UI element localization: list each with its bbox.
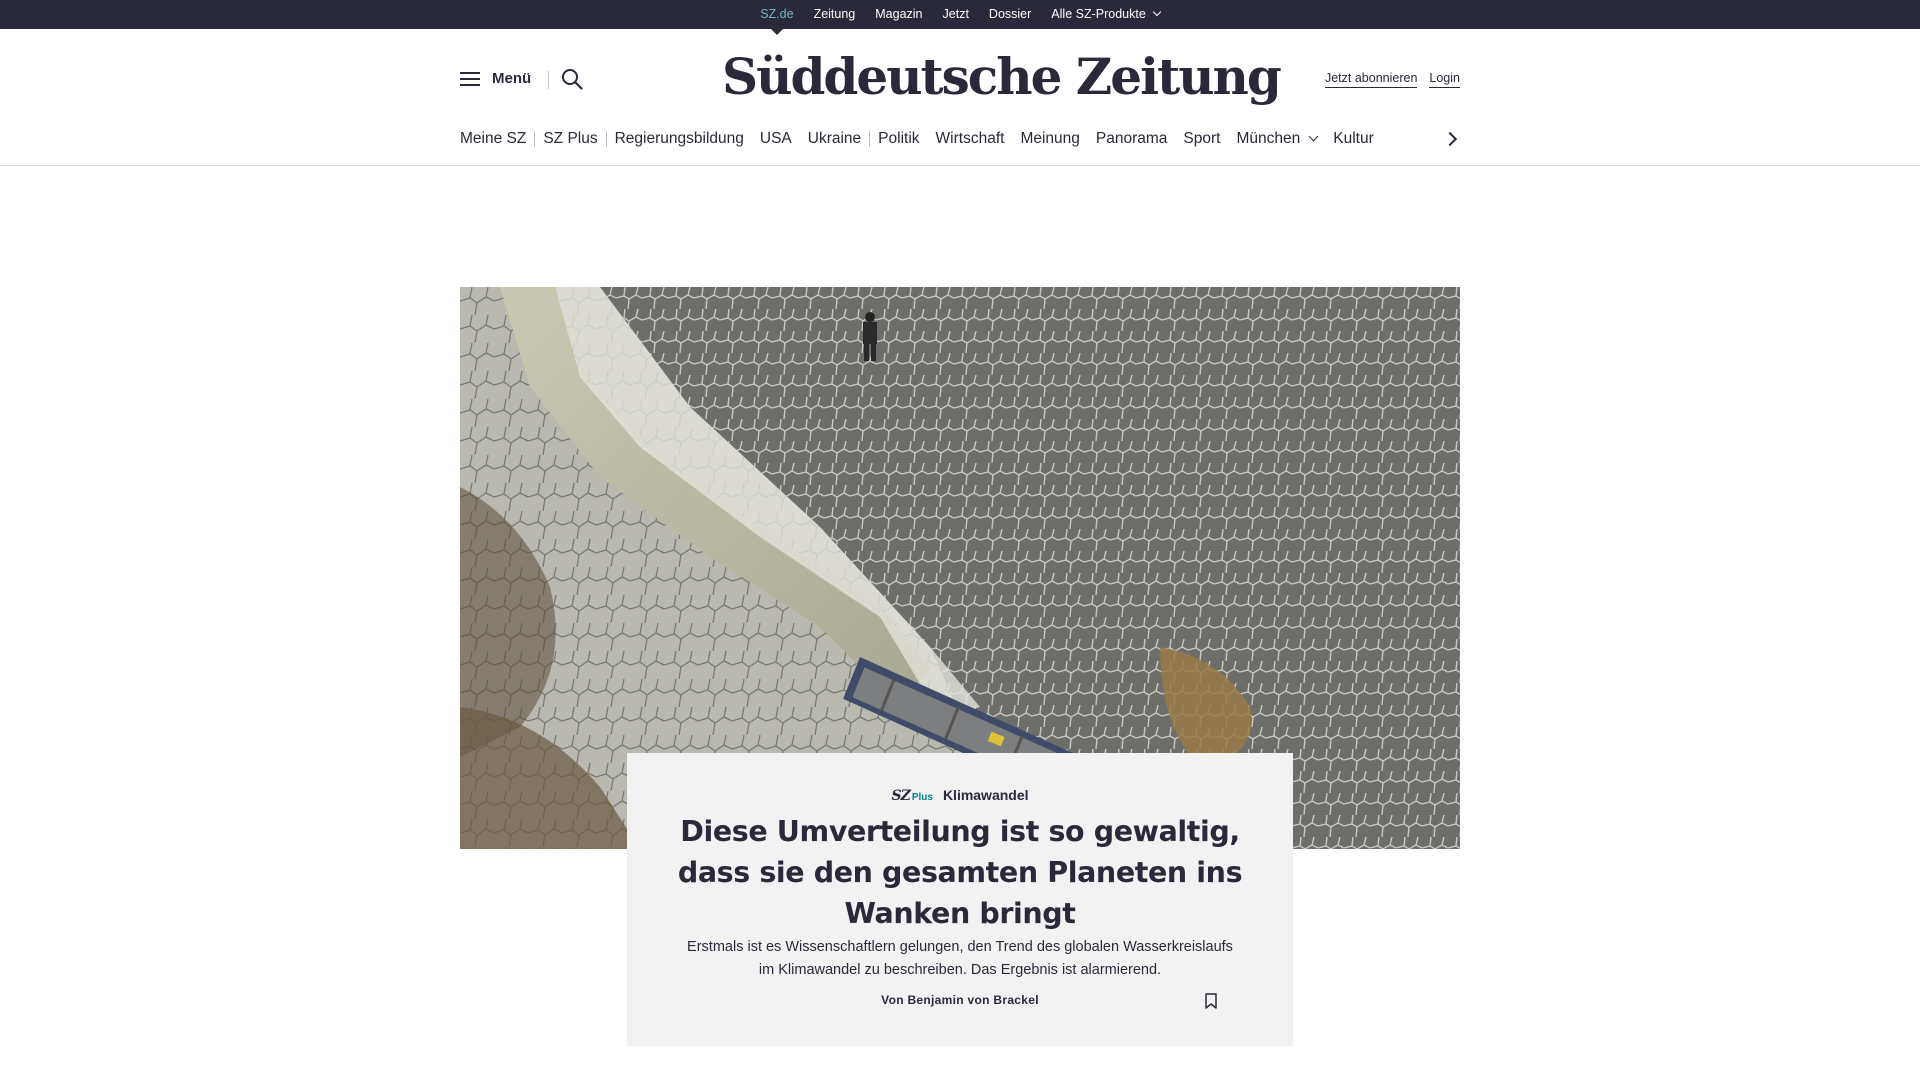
site-header: Menü Süddeutsche Zeitung Jetzt abonniere… bbox=[460, 29, 1460, 137]
teaser-topic: Klimawandel bbox=[942, 787, 1029, 803]
search-icon bbox=[562, 69, 583, 90]
section-link-sport[interactable]: Sport bbox=[1183, 130, 1236, 148]
product-link-jetzt[interactable]: Jetzt bbox=[933, 0, 979, 29]
product-link-magazin[interactable]: Magazin bbox=[865, 0, 932, 29]
hamburger-icon bbox=[460, 71, 480, 86]
menu-button[interactable]: Menü bbox=[460, 70, 531, 87]
section-link-meinung[interactable]: Meinung bbox=[1020, 130, 1095, 148]
all-products-label: Alle SZ-Produkte bbox=[1051, 7, 1146, 21]
nav-divider bbox=[0, 165, 1920, 166]
product-nav: SZ.de Zeitung Magazin Jetzt Dossier Alle… bbox=[0, 0, 1920, 35]
sz-plus-badge-sz: SZ bbox=[891, 788, 910, 804]
section-nav: Meine SZ SZ Plus Regierungsbildung USA U… bbox=[460, 126, 1460, 152]
product-link-dossier[interactable]: Dossier bbox=[979, 0, 1041, 29]
product-link-zeitung[interactable]: Zeitung bbox=[804, 0, 866, 29]
subscribe-link[interactable]: Jetzt abonnieren bbox=[1324, 71, 1418, 88]
all-products-dropdown[interactable]: Alle SZ-Produkte bbox=[1041, 0, 1169, 29]
section-link-ukraine[interactable]: Ukraine bbox=[808, 130, 877, 148]
login-link[interactable]: Login bbox=[1429, 71, 1460, 88]
section-divider bbox=[534, 131, 536, 147]
product-link-sz-de[interactable]: SZ.de bbox=[750, 0, 803, 35]
section-label-muenchen: München bbox=[1236, 130, 1301, 147]
chevron-down-icon bbox=[1152, 7, 1162, 17]
section-link-meine-sz[interactable]: Meine SZ bbox=[460, 130, 542, 148]
teaser-card[interactable]: SZ Plus Klimawandel Diese Umverteilung is… bbox=[627, 753, 1293, 1046]
chevron-down-icon bbox=[1308, 131, 1319, 141]
section-link-regierungsbildung[interactable]: Regierungsbildung bbox=[615, 130, 760, 148]
bookmark-icon[interactable] bbox=[1204, 993, 1218, 1009]
chevron-right-icon[interactable] bbox=[1442, 130, 1460, 148]
sz-logo[interactable]: Süddeutsche Zeitung bbox=[722, 47, 1282, 106]
teaser-kicker: SZ Plus Klimawandel bbox=[627, 787, 1293, 804]
section-link-usa[interactable]: USA bbox=[760, 130, 808, 148]
product-bar: SZ.de Zeitung Magazin Jetzt Dossier Alle… bbox=[0, 0, 1920, 35]
section-link-sz-plus[interactable]: SZ Plus bbox=[543, 130, 613, 148]
header-divider bbox=[548, 71, 549, 89]
section-link-kultur[interactable]: Kultur bbox=[1333, 130, 1390, 148]
menu-label: Menü bbox=[492, 70, 532, 87]
section-link-wirtschaft[interactable]: Wirtschaft bbox=[936, 130, 1021, 148]
sz-plus-badge: SZ Plus bbox=[891, 788, 932, 804]
section-divider bbox=[869, 131, 871, 147]
section-link-panorama[interactable]: Panorama bbox=[1096, 130, 1184, 148]
section-link-politik[interactable]: Politik bbox=[878, 130, 935, 148]
search-button[interactable] bbox=[561, 68, 583, 90]
teaser-text: Erstmals ist es Wissenschaftlern gelunge… bbox=[687, 939, 1233, 978]
account-links: Jetzt abonnieren Login bbox=[1324, 71, 1460, 88]
sz-plus-badge-plus: Plus bbox=[911, 792, 933, 803]
section-link-muenchen[interactable]: München bbox=[1236, 130, 1333, 148]
teaser-author: Von Benjamin von Brackel bbox=[881, 993, 1039, 1007]
section-divider bbox=[605, 131, 607, 147]
teaser-headline[interactable]: Diese Umverteilung ist so gewaltig, dass… bbox=[677, 811, 1243, 934]
